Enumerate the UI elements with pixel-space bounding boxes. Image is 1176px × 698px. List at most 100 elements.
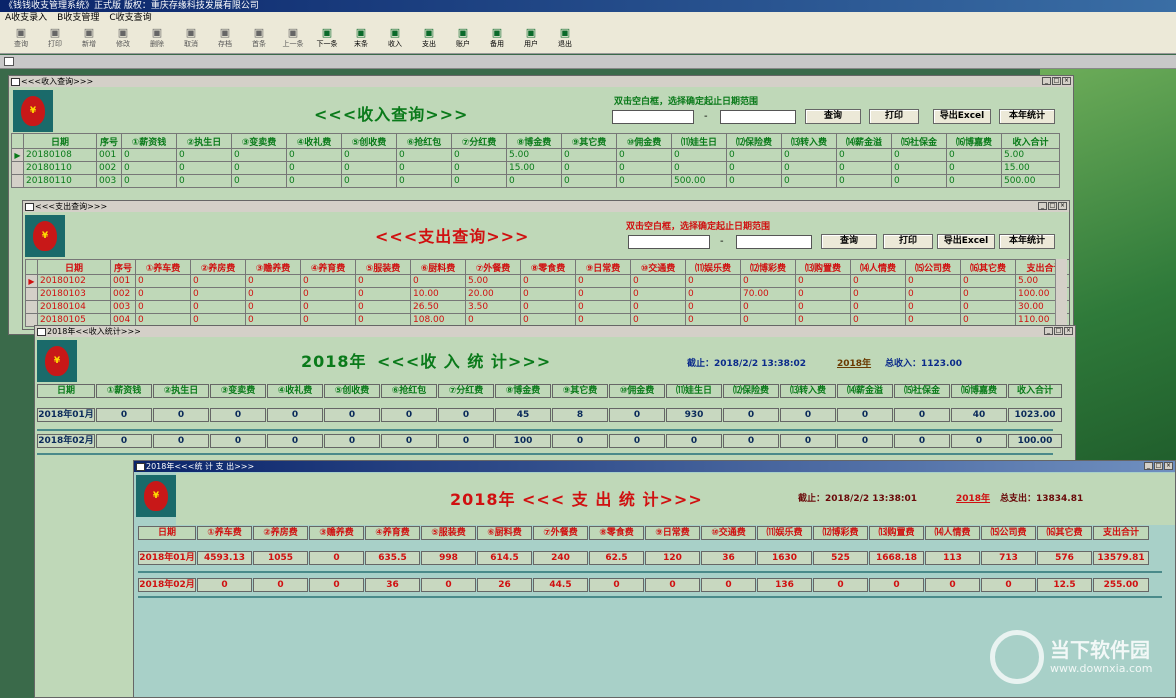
table-cell[interactable]: 0: [905, 300, 961, 314]
column-header[interactable]: ③赡养费: [245, 259, 301, 275]
row-selector[interactable]: ▶: [25, 274, 38, 288]
export-excel-button[interactable]: 导出Excel: [937, 234, 995, 249]
table-cell[interactable]: 0: [286, 161, 342, 175]
table-cell[interactable]: 0: [630, 274, 686, 288]
end-date-input[interactable]: [736, 235, 812, 249]
column-header[interactable]: 收入合计: [1001, 133, 1060, 149]
table-cell[interactable]: 0: [960, 287, 1016, 301]
table-cell[interactable]: 002: [110, 287, 136, 301]
table-cell[interactable]: 0: [341, 161, 397, 175]
column-header[interactable]: ④收礼费: [286, 133, 342, 149]
table-cell[interactable]: 0: [781, 148, 837, 162]
column-header[interactable]: 序号: [110, 259, 136, 275]
toolbar-button-12[interactable]: ▣ 支出: [412, 24, 446, 52]
toolbar-button-8[interactable]: ▣ 上一条: [276, 24, 310, 52]
table-cell[interactable]: 0: [740, 300, 796, 314]
column-header[interactable]: ⑤创收费: [341, 133, 397, 149]
table-cell[interactable]: 0: [245, 300, 301, 314]
table-cell[interactable]: 003: [110, 300, 136, 314]
close-button[interactable]: ×: [1064, 327, 1073, 335]
menu-item-entry[interactable]: A收支录入: [0, 12, 52, 24]
table-row[interactable]: 20180104 003 0 0 0 0 0 26.50 3.50 0 0 0 0 0 0 0 0 0 30.00: [25, 300, 1069, 314]
export-excel-button[interactable]: 导出Excel: [933, 109, 991, 124]
table-cell[interactable]: 002: [96, 161, 122, 175]
table-cell[interactable]: 0: [795, 274, 851, 288]
print-button[interactable]: 打印: [883, 234, 933, 249]
table-cell[interactable]: 15.00: [1001, 161, 1060, 175]
table-cell[interactable]: 500.00: [671, 174, 727, 188]
table-cell[interactable]: 0: [630, 300, 686, 314]
table-cell[interactable]: 3.50: [465, 300, 521, 314]
minimize-button[interactable]: _: [1144, 462, 1153, 470]
column-header[interactable]: ⒃其它费: [960, 259, 1016, 275]
table-cell[interactable]: 0: [300, 274, 356, 288]
row-selector[interactable]: [25, 287, 38, 301]
table-cell[interactable]: 0: [685, 300, 741, 314]
close-button[interactable]: ×: [1164, 462, 1173, 470]
maximize-button[interactable]: □: [1154, 462, 1163, 470]
table-cell[interactable]: 0: [355, 287, 411, 301]
table-cell[interactable]: 26.50: [410, 300, 466, 314]
column-header[interactable]: ③变卖费: [231, 133, 287, 149]
column-header[interactable]: ④养育费: [300, 259, 356, 275]
table-cell[interactable]: 0: [520, 300, 576, 314]
toolbar-button-14[interactable]: ▣ 备用: [480, 24, 514, 52]
table-cell[interactable]: 0: [781, 161, 837, 175]
column-header[interactable]: ⒁薪金溢: [836, 133, 892, 149]
table-cell[interactable]: 0: [135, 300, 191, 314]
table-cell[interactable]: 20.00: [465, 287, 521, 301]
toolbar-button-3[interactable]: ▣ 修改: [106, 24, 140, 52]
table-cell[interactable]: 0: [286, 148, 342, 162]
row-selector[interactable]: ▶: [11, 148, 24, 162]
table-cell[interactable]: 0: [135, 274, 191, 288]
table-cell[interactable]: 0: [575, 287, 631, 301]
table-cell[interactable]: 0: [575, 274, 631, 288]
table-cell[interactable]: 0: [561, 174, 617, 188]
toolbar-button-6[interactable]: ▣ 存档: [208, 24, 242, 52]
column-header[interactable]: ⑿保险费: [726, 133, 782, 149]
end-date-input[interactable]: [720, 110, 796, 124]
year-stats-button[interactable]: 本年统计: [999, 109, 1055, 124]
table-cell[interactable]: 0: [231, 174, 287, 188]
table-cell[interactable]: 0: [630, 287, 686, 301]
column-header[interactable]: ⑾娃生日: [671, 133, 727, 149]
table-cell[interactable]: 0: [520, 287, 576, 301]
start-date-input[interactable]: [612, 110, 694, 124]
table-cell[interactable]: 0: [396, 148, 452, 162]
table-cell[interactable]: 0: [561, 148, 617, 162]
table-cell[interactable]: 500.00: [1001, 174, 1060, 188]
table-cell[interactable]: 0: [671, 161, 727, 175]
toolbar-button-5[interactable]: ▣ 取消: [174, 24, 208, 52]
column-header[interactable]: 序号: [96, 133, 122, 149]
table-cell[interactable]: 0: [190, 300, 246, 314]
column-header[interactable]: ⑦分红费: [451, 133, 507, 149]
table-cell[interactable]: 0: [616, 161, 672, 175]
column-header[interactable]: ⑥抢红包: [396, 133, 452, 149]
column-header[interactable]: ②执生日: [176, 133, 232, 149]
table-cell[interactable]: 0: [740, 274, 796, 288]
table-cell[interactable]: 0: [176, 174, 232, 188]
table-cell[interactable]: 0: [850, 274, 906, 288]
column-header[interactable]: ②养房费: [190, 259, 246, 275]
toolbar-button-11[interactable]: ▣ 收入: [378, 24, 412, 52]
table-cell[interactable]: 0: [726, 174, 782, 188]
column-header[interactable]: ⒁人情费: [850, 259, 906, 275]
table-cell[interactable]: 0: [726, 148, 782, 162]
table-cell[interactable]: 20180103: [37, 287, 111, 301]
table-cell[interactable]: 5.00: [1001, 148, 1060, 162]
table-cell[interactable]: 0: [836, 174, 892, 188]
table-cell[interactable]: 0: [850, 300, 906, 314]
table-cell[interactable]: 0: [121, 148, 177, 162]
year-link[interactable]: 2018年: [956, 491, 990, 504]
row-selector[interactable]: [11, 161, 24, 175]
minimize-button[interactable]: _: [1044, 327, 1053, 335]
table-cell[interactable]: 0: [836, 161, 892, 175]
table-cell[interactable]: 20180110: [23, 174, 97, 188]
year-link[interactable]: 2018年: [837, 356, 871, 369]
column-header[interactable]: ⑤服装费: [355, 259, 411, 275]
table-cell[interactable]: 0: [135, 287, 191, 301]
row-selector[interactable]: [11, 174, 24, 188]
toolbar-button-15[interactable]: ▣ 用户: [514, 24, 548, 52]
table-cell[interactable]: 0: [286, 174, 342, 188]
column-header[interactable]: ⑥厨料费: [410, 259, 466, 275]
